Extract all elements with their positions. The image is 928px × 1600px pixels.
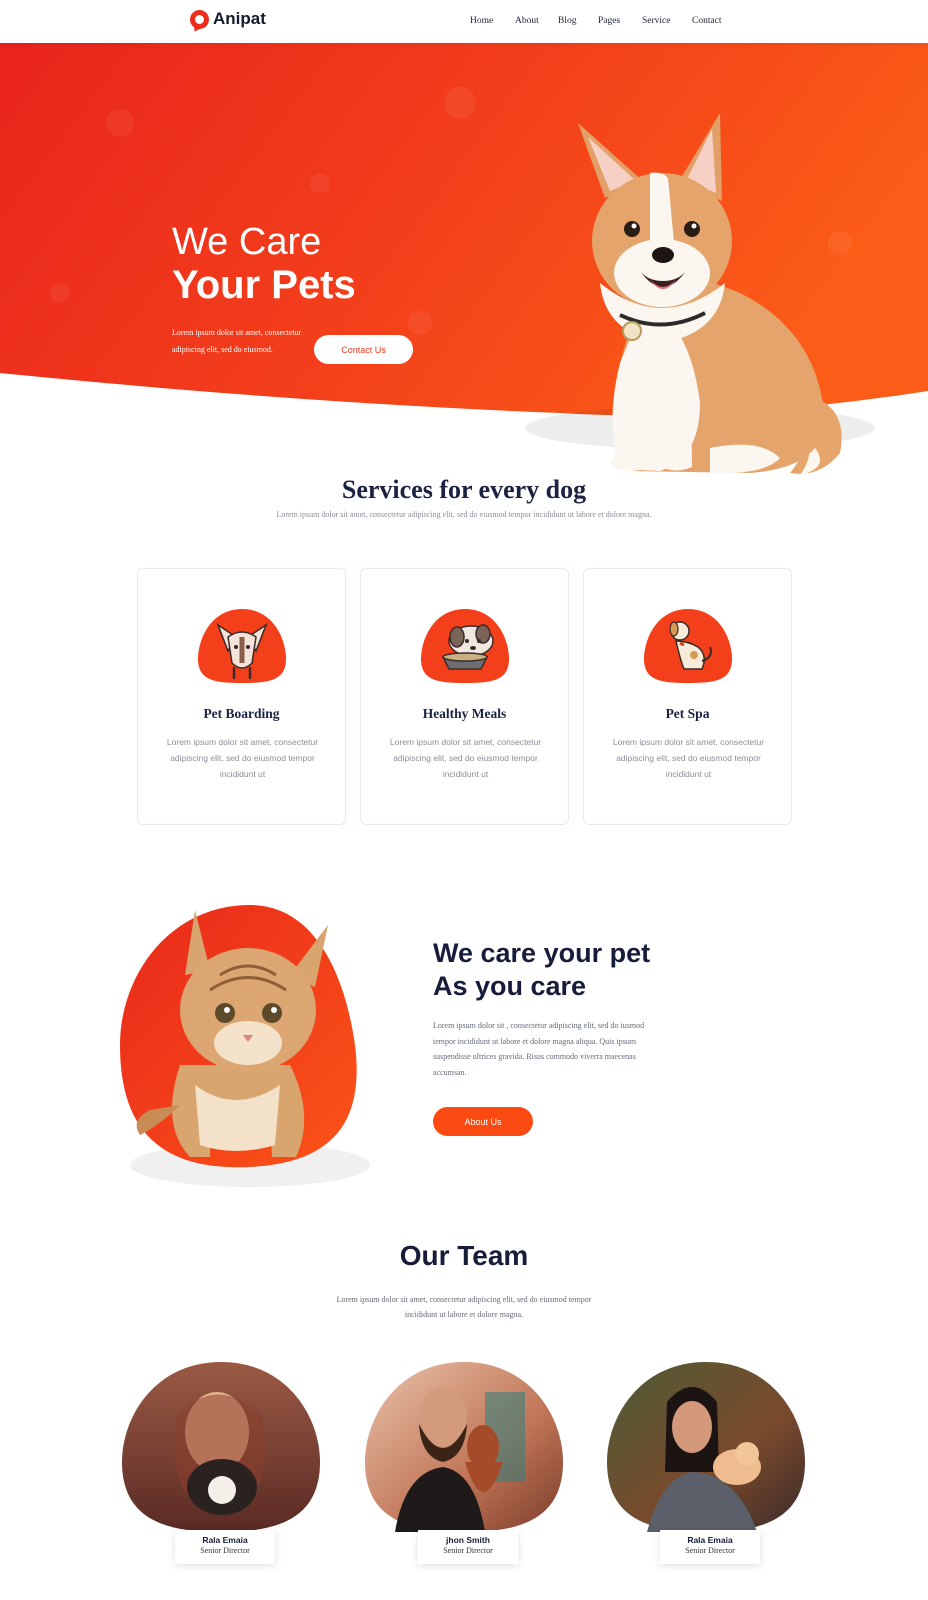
service-text: Lorem ipsum dolor sit amet, consectetur … [612,737,765,779]
team-member-card: Rala Emaia Senior Director [660,1530,760,1564]
member-name: Rala Emaia [687,1535,733,1545]
service-title: Pet Spa [665,706,710,721]
sitting-dog-icon [644,609,732,683]
member-name: jhon Smith [446,1535,490,1545]
team-member-photo [122,1362,320,1532]
about-us-button[interactable]: About Us [433,1107,533,1136]
member-role: Senior Director [443,1546,493,1555]
service-text: Lorem ipsum dolor sit amet, consectetur … [166,737,319,779]
kitten-image [120,905,370,1187]
man-with-dog-photo [365,1362,563,1532]
team-subtitle: Lorem ipsum dolor sit amet, consectetur … [336,1295,592,1319]
top-navbar: Anipat Home About Blog Pages Service Con… [0,0,928,43]
hero-title-line1: We Care [172,221,322,263]
woman-with-kitten-photo [607,1362,805,1532]
nav-contact[interactable]: Contact [692,16,722,26]
nav-blog[interactable]: Blog [558,16,576,26]
nav-service[interactable]: Service [642,16,671,26]
corgi-image [578,113,842,475]
hero-title-line2: Your Pets [172,263,356,307]
hero-section: We Care Your Pets Lorem ipsum dolor sit … [0,43,928,483]
member-role: Senior Director [200,1546,250,1555]
service-text: Lorem ipsum dolor sit amet, consectetur … [389,737,542,779]
team-member-photo [365,1362,563,1532]
woman-with-puppy-photo [122,1362,320,1532]
dog-bowl-icon [421,609,509,683]
nav-pages[interactable]: Pages [598,16,620,26]
nav-about[interactable]: About [515,16,539,26]
service-card-pet-spa[interactable]: Pet Spa Lorem ipsum dolor sit amet, cons… [583,568,792,825]
service-card-healthy-meals[interactable]: Healthy Meals Lorem ipsum dolor sit amet… [360,568,569,825]
chihuahua-icon [198,609,286,683]
about-title-line1: We care your pet [433,938,651,968]
services-title: Services for every dog [341,475,587,504]
nav-home[interactable]: Home [470,16,493,26]
logo-icon [190,9,209,29]
contact-us-button[interactable]: Contact Us [314,335,413,364]
services-subtitle: Lorem ipsum dolor sit amet, consectetur … [276,510,652,519]
about-title-line2: As you care [433,971,587,1001]
team-member-card: jhon Smith Senior Director [418,1530,518,1564]
service-title: Healthy Meals [422,706,507,721]
service-card-pet-boarding[interactable]: Pet Boarding Lorem ipsum dolor sit amet,… [137,568,346,825]
service-title: Pet Boarding [203,706,280,721]
logo[interactable]: Anipat [190,9,266,29]
team-title: Our Team [399,1240,529,1271]
team-member-photo [607,1362,805,1532]
member-name: Rala Emaia [202,1535,248,1545]
team-member-card: Rala Emaia Senior Director [175,1530,275,1564]
about-title: We care your pet As you care [433,937,650,1003]
hero-description: Lorem ipsum dolor sit amet, consectetur … [172,328,302,354]
logo-text: Anipat [213,9,266,28]
about-text: Lorem ipsum dolor sit , consectetur adip… [433,1021,645,1077]
member-role: Senior Director [685,1546,735,1555]
